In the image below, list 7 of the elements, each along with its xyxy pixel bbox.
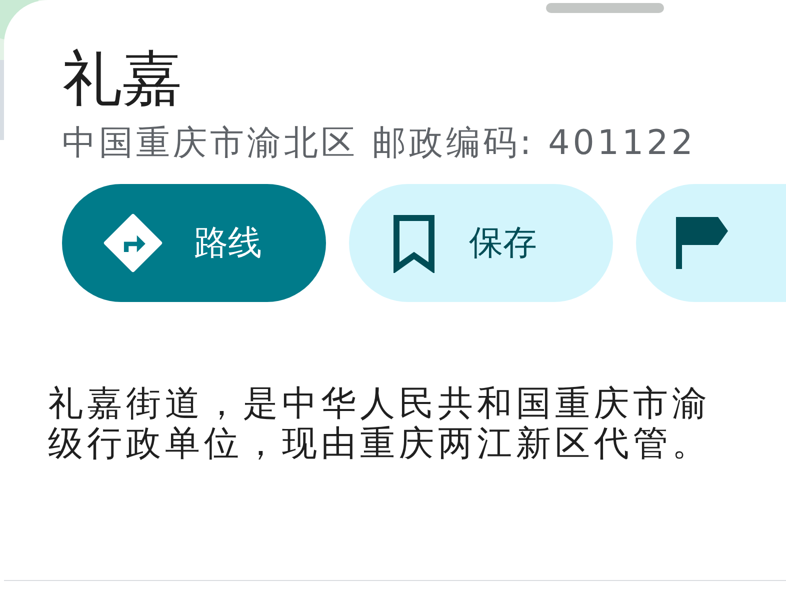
directions-icon xyxy=(102,212,164,274)
directions-button[interactable]: 路线 xyxy=(62,184,326,302)
place-address: 中国重庆市渝北区 邮政编码: 401122 xyxy=(62,122,697,165)
drag-handle[interactable] xyxy=(546,3,664,13)
place-title: 礼嘉 xyxy=(62,47,183,111)
description: 礼嘉街道，是中华人民共和国重庆市渝 级行政单位，现由重庆两江新区代管。 xyxy=(47,384,712,464)
save-button[interactable]: 保存 xyxy=(349,184,613,302)
